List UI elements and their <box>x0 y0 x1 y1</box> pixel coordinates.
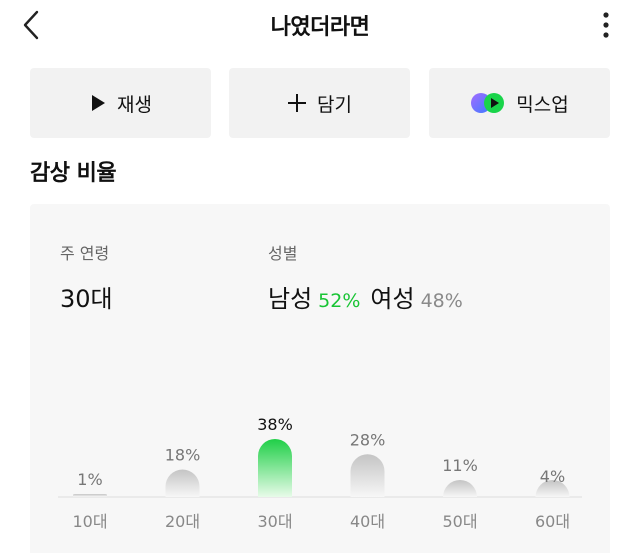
mixup-button[interactable]: 믹스업 <box>429 68 610 138</box>
category-label: 40대 <box>350 512 385 531</box>
category-label: 50대 <box>442 512 477 531</box>
bar-value-label: 4% <box>540 467 565 486</box>
category-label: 10대 <box>72 512 107 531</box>
age-distribution-chart: 1% 10대 18% 20대 38% 30대 28% 40대 11% 50대 4% 60대 <box>58 415 582 531</box>
mixup-label: 믹스업 <box>516 93 569 116</box>
chart-bar <box>350 454 385 497</box>
listening-ratio-card: 주 연령 30대 성별 남성 52% 여성 48% 1% 10대 18% 20대 38% 30대… <box>30 204 610 553</box>
bar-value-label: 1% <box>77 470 102 489</box>
chart-bar <box>258 439 292 497</box>
category-label: 60대 <box>535 512 570 531</box>
play-icon <box>89 94 107 112</box>
bar-value-label: 18% <box>165 446 201 465</box>
category-label: 20대 <box>165 512 200 531</box>
chart-bar <box>73 494 107 497</box>
bar-value-label: 38% <box>257 415 293 434</box>
category-label: 30대 <box>257 512 292 531</box>
page-title: 나였더라면 <box>270 15 370 40</box>
bar-value-label: 28% <box>350 430 386 449</box>
play-button[interactable]: 재생 <box>30 68 211 138</box>
bar-value-label: 11% <box>442 456 478 475</box>
action-bar: 재생 담기 믹스업 <box>30 68 610 138</box>
mixup-icon <box>470 91 506 115</box>
add-label: 담기 <box>317 93 352 116</box>
chart-bar <box>165 469 200 497</box>
add-button[interactable]: 담기 <box>229 68 410 138</box>
play-label: 재생 <box>117 93 152 116</box>
more-options-button[interactable] <box>594 8 618 42</box>
header: 나였더라면 <box>0 0 640 50</box>
plus-icon <box>287 93 307 113</box>
section-title: 감상 비율 <box>30 161 117 186</box>
more-vertical-icon <box>603 12 609 38</box>
chart-bar <box>443 480 477 497</box>
